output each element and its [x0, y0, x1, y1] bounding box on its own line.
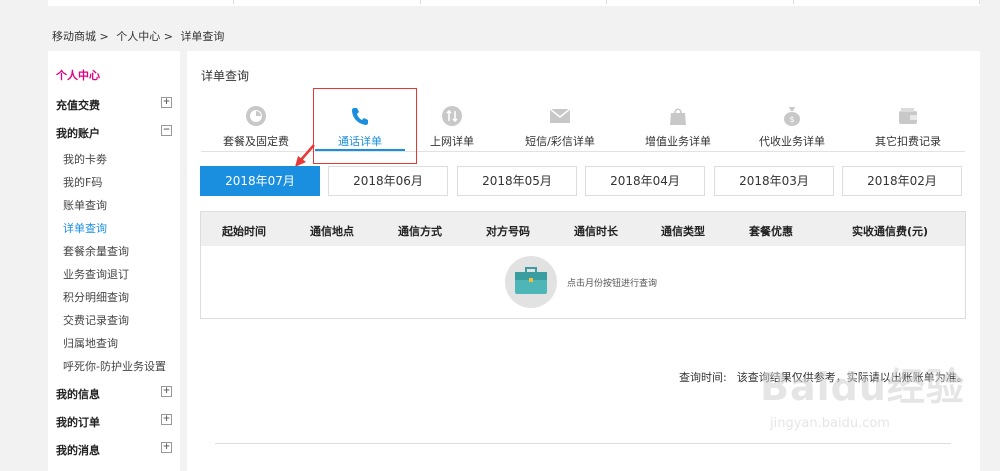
column-header: 通信类型 [661, 225, 705, 238]
shopping-bag-icon [670, 108, 686, 125]
month-button-2018-04[interactable]: 2018年04月 [585, 166, 705, 196]
wallet-icon [899, 108, 917, 124]
sidebar-group-label: 充值交费 [56, 99, 100, 112]
pie-clock-icon [246, 106, 266, 126]
column-header: 套餐优惠 [749, 225, 793, 238]
tab-label: 短信/彩信详单 [525, 135, 595, 148]
page-title: 详单查询 [201, 69, 250, 83]
tab-value-added-details[interactable]: 增值业务详单 [623, 105, 733, 149]
envelope-icon [549, 108, 571, 123]
expand-icon[interactable]: + [161, 386, 172, 397]
sidebar-item-location[interactable]: 归属地查询 [63, 335, 179, 351]
column-header: 实收通信费(元) [852, 225, 929, 238]
data-arrows-icon [442, 106, 462, 126]
month-button-2018-03[interactable]: 2018年03月 [714, 166, 834, 196]
empty-state-text: 点击月份按钮进行查询 [567, 279, 658, 289]
sidebar-title[interactable]: 个人中心 [56, 67, 100, 83]
bottom-divider [215, 443, 951, 444]
tab-other-charges[interactable]: 其它扣费记录 [853, 105, 963, 149]
breadcrumb: 移动商城 > 个人中心 > 详单查询 [52, 28, 228, 44]
watermark-logo: Baidu经验 [760, 365, 965, 409]
svg-text:$: $ [789, 115, 794, 124]
month-button-2018-02[interactable]: 2018年02月 [842, 166, 962, 196]
baidu-jingyan-watermark: Baidu经验 jingyan.baidu.com [760, 348, 980, 438]
expand-icon[interactable]: + [161, 97, 172, 108]
empty-state-illustration [505, 256, 557, 308]
sidebar-group-recharge[interactable]: 充值交费 + [56, 97, 172, 113]
tab-label: 代收业务详单 [759, 135, 825, 148]
sidebar-group-messages[interactable]: 我的消息 + [56, 442, 172, 458]
tab-label: 增值业务详单 [645, 135, 711, 148]
expand-icon[interactable]: + [161, 442, 172, 453]
breadcrumb-personal-center[interactable]: 个人中心 > [116, 30, 173, 43]
sidebar-group-label: 我的订单 [56, 416, 100, 429]
month-button-2018-05[interactable]: 2018年05月 [457, 166, 577, 196]
breadcrumb-home[interactable]: 移动商城 > [52, 30, 109, 43]
details-table: 起始时间 通信地点 通信方式 对方号码 通信时长 通信类型 套餐优惠 实收通信费… [200, 211, 966, 319]
column-header: 通信时长 [574, 225, 618, 238]
sidebar-group-orders[interactable]: 我的订单 + [56, 414, 172, 430]
tab-label: 其它扣费记录 [875, 135, 941, 148]
sidebar-item-f-code[interactable]: 我的F码 [63, 174, 179, 190]
tab-sms-mms-details[interactable]: 短信/彩信详单 [505, 105, 615, 149]
sidebar-item-detail-query[interactable]: 详单查询 [63, 220, 179, 236]
column-header: 对方号码 [486, 225, 530, 238]
month-button-2018-06[interactable]: 2018年06月 [328, 166, 448, 196]
sidebar-group-label: 我的信息 [56, 388, 100, 401]
breadcrumb-current: 详单查询 [180, 30, 225, 43]
sidebar-item-payment-records[interactable]: 交费记录查询 [63, 312, 179, 328]
sidebar-group-account[interactable]: 我的账户 − [56, 125, 172, 141]
top-nav-strip [48, 0, 981, 6]
sidebar-group-info[interactable]: 我的信息 + [56, 386, 172, 402]
sidebar-item-bill-query[interactable]: 账单查询 [63, 197, 179, 213]
tab-collection-details[interactable]: $ 代收业务详单 [737, 105, 847, 149]
column-header: 通信地点 [310, 225, 354, 238]
sidebar-item-harassment-protection[interactable]: 呼死你-防护业务设置 [63, 358, 179, 374]
query-note-label: 查询时间: [679, 371, 727, 384]
table-header: 起始时间 通信地点 通信方式 对方号码 通信时长 通信类型 套餐优惠 实收通信费… [201, 212, 965, 246]
column-header: 起始时间 [222, 225, 266, 238]
watermark-url: jingyan.baidu.com [770, 416, 890, 431]
sidebar-group-label: 我的账户 [56, 127, 100, 140]
tab-label: 上网详单 [430, 135, 474, 148]
month-button-2018-07[interactable]: 2018年07月 [200, 166, 320, 196]
money-bag-icon: $ [784, 107, 800, 126]
tab-label: 套餐及固定费 [223, 135, 289, 148]
sidebar: 个人中心 充值交费 + 我的账户 − 我的卡劵 我的F码 账单查询 详单查询 套… [48, 51, 180, 471]
expand-icon[interactable]: + [161, 414, 172, 425]
highlight-annotation-box [313, 88, 417, 164]
column-header: 通信方式 [398, 225, 442, 238]
briefcase-icon [515, 267, 547, 294]
sidebar-item-points[interactable]: 积分明细查询 [63, 289, 179, 305]
sidebar-item-plan-balance[interactable]: 套餐余量查询 [63, 243, 179, 259]
sidebar-group-label: 我的消息 [56, 444, 100, 457]
sidebar-item-card-coupon[interactable]: 我的卡劵 [63, 151, 179, 167]
collapse-icon[interactable]: − [161, 125, 172, 136]
sidebar-item-service-unsubscribe[interactable]: 业务查询退订 [63, 266, 179, 282]
